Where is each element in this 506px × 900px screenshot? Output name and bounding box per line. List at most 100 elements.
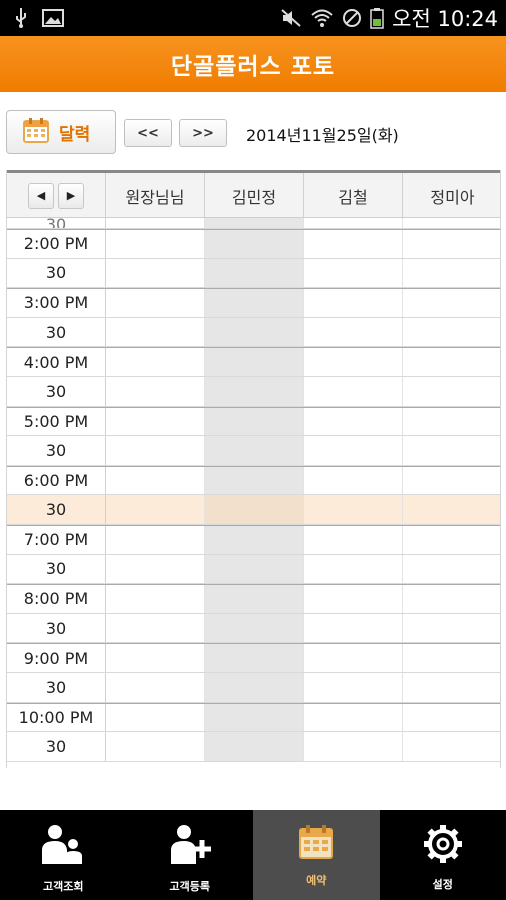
schedule-slot[interactable] xyxy=(205,613,304,643)
schedule-slot[interactable] xyxy=(403,703,500,732)
schedule-slot[interactable] xyxy=(205,218,304,228)
schedule-slot[interactable] xyxy=(106,703,205,732)
schedule-slot[interactable] xyxy=(403,230,500,258)
schedule-slot[interactable] xyxy=(403,436,500,465)
schedule-slot[interactable] xyxy=(304,554,403,584)
schedule-slot[interactable] xyxy=(403,466,500,495)
schedule-slot[interactable] xyxy=(205,317,304,347)
schedule-slot[interactable] xyxy=(403,348,500,376)
schedule-slot[interactable] xyxy=(304,230,403,258)
grid-header: ◀ ▶ 원장님님 김민정 김철 정미아 xyxy=(7,170,500,218)
schedule-slot[interactable] xyxy=(403,495,500,524)
schedule-slot[interactable] xyxy=(106,348,205,376)
schedule-slot[interactable] xyxy=(304,585,403,613)
schedule-slot[interactable] xyxy=(403,289,500,317)
schedule-slot[interactable] xyxy=(205,554,304,584)
schedule-slot[interactable] xyxy=(304,466,403,495)
schedule-row: 30 xyxy=(7,258,500,289)
scroll-left-button[interactable]: ◀ xyxy=(28,182,54,209)
nav-settings[interactable]: 설정 xyxy=(380,810,506,900)
schedule-slot[interactable] xyxy=(403,525,500,554)
schedule-slot[interactable] xyxy=(304,348,403,376)
schedule-row: 9:00 PM xyxy=(7,643,500,673)
add-customer-icon xyxy=(167,824,213,870)
schedule-slot[interactable] xyxy=(205,230,304,258)
schedule-slot[interactable] xyxy=(205,672,304,702)
schedule-slot[interactable] xyxy=(403,376,500,406)
schedule-slot[interactable] xyxy=(106,258,205,288)
date-toolbar: 달력 << >> 2014년11월25일(화) xyxy=(0,92,506,170)
staff-header[interactable]: 정미아 xyxy=(403,173,500,218)
schedule-slot[interactable] xyxy=(106,376,205,406)
schedule-slot[interactable] xyxy=(403,554,500,584)
gear-icon xyxy=(423,824,463,868)
schedule-slot[interactable] xyxy=(304,672,403,702)
nav-customer-search[interactable]: 고객조회 xyxy=(0,810,127,900)
schedule-slot[interactable] xyxy=(106,466,205,495)
schedule-slot[interactable] xyxy=(304,376,403,406)
next-day-button[interactable]: >> xyxy=(179,119,227,147)
schedule-slot[interactable] xyxy=(403,258,500,288)
schedule-slot[interactable] xyxy=(205,495,304,524)
schedule-slot[interactable] xyxy=(304,525,403,554)
schedule-slot[interactable] xyxy=(106,672,205,702)
schedule-slot[interactable] xyxy=(106,732,205,761)
schedule-slot[interactable] xyxy=(403,644,500,672)
scroll-right-button[interactable]: ▶ xyxy=(58,182,84,209)
schedule-slot[interactable] xyxy=(403,317,500,347)
schedule-slot[interactable] xyxy=(106,613,205,643)
time-label: 5:00 PM xyxy=(7,407,106,436)
schedule-slot[interactable] xyxy=(403,672,500,702)
schedule-slot[interactable] xyxy=(403,613,500,643)
time-label: 30 xyxy=(7,376,106,406)
schedule-slot[interactable] xyxy=(205,703,304,732)
schedule-slot[interactable] xyxy=(403,585,500,613)
schedule-slot[interactable] xyxy=(205,258,304,288)
schedule-slot[interactable] xyxy=(106,525,205,554)
schedule-slot[interactable] xyxy=(304,218,403,228)
schedule-slot[interactable] xyxy=(205,436,304,465)
schedule-slot[interactable] xyxy=(403,732,500,761)
schedule-slot[interactable] xyxy=(106,407,205,436)
staff-header[interactable]: 김민정 xyxy=(205,173,304,218)
schedule-slot[interactable] xyxy=(205,585,304,613)
schedule-slot[interactable] xyxy=(106,289,205,317)
schedule-slot[interactable] xyxy=(106,585,205,613)
schedule-slot[interactable] xyxy=(106,436,205,465)
schedule-slot[interactable] xyxy=(304,407,403,436)
schedule-slot[interactable] xyxy=(304,258,403,288)
schedule-slot[interactable] xyxy=(304,289,403,317)
schedule-slot[interactable] xyxy=(205,289,304,317)
calendar-button[interactable]: 달력 xyxy=(6,110,116,154)
schedule-slot[interactable] xyxy=(205,525,304,554)
schedule-slot[interactable] xyxy=(106,218,205,228)
schedule-slot[interactable] xyxy=(205,376,304,406)
schedule-slot[interactable] xyxy=(304,732,403,761)
schedule-slot[interactable] xyxy=(403,218,500,228)
schedule-slot[interactable] xyxy=(304,613,403,643)
schedule-slot[interactable] xyxy=(205,732,304,761)
schedule-slot[interactable] xyxy=(205,407,304,436)
prev-day-button[interactable]: << xyxy=(124,119,172,147)
schedule-slot[interactable] xyxy=(205,348,304,376)
staff-header[interactable]: 원장님님 xyxy=(106,173,205,218)
staff-header[interactable]: 김철 xyxy=(304,173,403,218)
schedule-slot[interactable] xyxy=(106,230,205,258)
schedule-slot[interactable] xyxy=(304,317,403,347)
schedule-slot[interactable] xyxy=(205,466,304,495)
schedule-slot[interactable] xyxy=(304,436,403,465)
schedule-slot[interactable] xyxy=(106,495,205,524)
nav-customer-register[interactable]: 고객등록 xyxy=(127,810,254,900)
schedule-slot[interactable] xyxy=(106,644,205,672)
schedule-slot[interactable] xyxy=(304,495,403,524)
schedule-slot[interactable] xyxy=(304,644,403,672)
schedule-slot[interactable] xyxy=(106,317,205,347)
schedule-slot[interactable] xyxy=(304,703,403,732)
schedule-slot[interactable] xyxy=(106,554,205,584)
nav-reservation[interactable]: 예약 xyxy=(253,810,380,900)
battery-icon xyxy=(370,7,384,29)
schedule-slot[interactable] xyxy=(403,407,500,436)
time-label: 30 xyxy=(7,317,106,347)
schedule-rows: 30 2:00 PM 30 3:00 PM 30 4:00 PM 30 5:00 PM 30 6:… xyxy=(7,218,500,762)
schedule-slot[interactable] xyxy=(205,644,304,672)
